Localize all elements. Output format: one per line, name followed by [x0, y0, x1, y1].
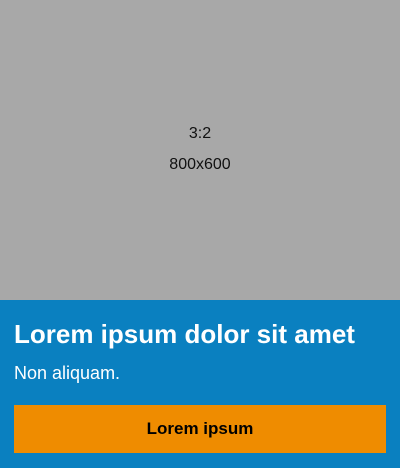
image-placeholder: 3:2 800x600: [0, 0, 400, 300]
card-content: Lorem ipsum dolor sit amet Non aliquam. …: [0, 300, 400, 468]
card-title: Lorem ipsum dolor sit amet: [14, 319, 355, 349]
card-subtitle: Non aliquam.: [14, 363, 121, 383]
aspect-ratio-label: 3:2: [188, 125, 212, 142]
image-size-label: 800x600: [169, 156, 231, 173]
card-action-button[interactable]: Lorem ipsum: [14, 405, 386, 453]
promo-card: 3:2 800x600 Lorem ipsum dolor sit amet N…: [0, 0, 400, 468]
